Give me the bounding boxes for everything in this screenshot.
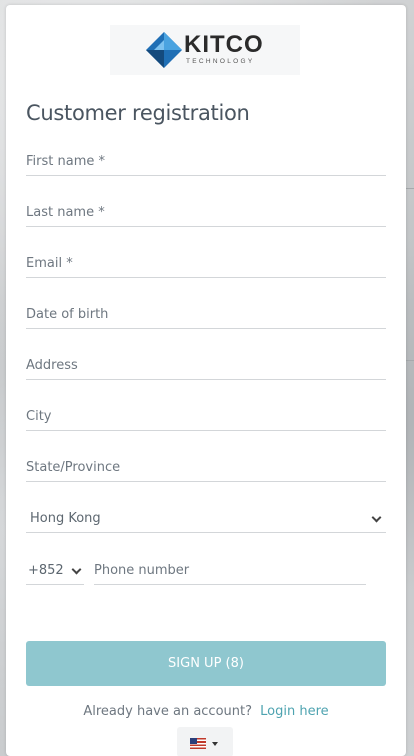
us-flag-icon xyxy=(190,738,206,749)
chevron-down-icon xyxy=(371,512,382,523)
registration-card: KITCO TECHNOLOGY Customer registration H… xyxy=(6,5,406,756)
language-selector[interactable] xyxy=(177,727,233,756)
state-province-field xyxy=(26,450,386,482)
address-field xyxy=(26,348,386,380)
logo-wordmark: KITCO xyxy=(184,31,264,58)
last-name-input[interactable] xyxy=(26,205,386,220)
email-field xyxy=(26,246,386,278)
date-of-birth-input[interactable] xyxy=(26,307,386,322)
logo-icon xyxy=(146,32,182,68)
state-province-input[interactable] xyxy=(26,460,386,475)
chevron-down-icon xyxy=(71,564,82,575)
phone-code-select[interactable]: +852 xyxy=(26,553,84,585)
page-title: Customer registration xyxy=(26,101,250,125)
first-name-input[interactable] xyxy=(26,154,386,169)
email-input[interactable] xyxy=(26,256,386,271)
city-input[interactable] xyxy=(26,409,386,424)
login-prompt-text: Already have an account? xyxy=(83,704,253,719)
last-name-field xyxy=(26,195,386,227)
logo-subtext: TECHNOLOGY xyxy=(186,58,255,65)
phone-number-input[interactable] xyxy=(94,563,366,578)
country-select[interactable]: Hong Kong xyxy=(26,501,386,533)
first-name-field xyxy=(26,144,386,176)
caret-down-icon xyxy=(212,742,218,746)
phone-number-field xyxy=(94,553,366,585)
city-field xyxy=(26,399,386,431)
country-value: Hong Kong xyxy=(30,511,101,526)
sign-up-button[interactable]: SIGN UP (8) xyxy=(26,641,386,686)
address-input[interactable] xyxy=(26,358,386,373)
login-prompt-line: Already have an account? Login here xyxy=(6,704,406,719)
login-link[interactable]: Login here xyxy=(260,704,329,719)
date-of-birth-field xyxy=(26,297,386,329)
phone-code-value: +852 xyxy=(28,563,64,578)
logo: KITCO TECHNOLOGY xyxy=(110,25,300,75)
